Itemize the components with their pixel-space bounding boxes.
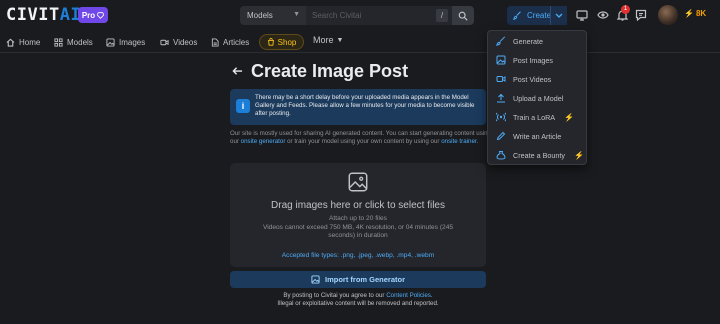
menu-item-generate[interactable]: Generate	[488, 32, 588, 50]
nav-label: Models	[67, 37, 93, 47]
menu-item-create-bounty[interactable]: Create a Bounty ⚡	[488, 146, 588, 164]
search-scope-label: Models	[247, 11, 273, 20]
back-arrow-icon[interactable]	[232, 66, 243, 76]
onsite-trainer-link[interactable]: onsite trainer	[441, 138, 476, 145]
nav-label: Home	[19, 37, 41, 47]
photo-icon	[496, 55, 506, 65]
photo-icon	[348, 172, 368, 192]
pencil-icon	[496, 131, 506, 141]
upload-icon	[497, 93, 505, 103]
nav-item-articles[interactable]: Articles	[211, 35, 249, 49]
search-button[interactable]	[452, 6, 474, 25]
bolt-icon: ⚡	[564, 112, 575, 122]
nav-item-home[interactable]: Home	[6, 35, 40, 49]
home-icon	[6, 38, 15, 47]
avatar[interactable]	[658, 5, 678, 25]
chevron-down-icon	[555, 13, 563, 18]
file-dropzone[interactable]: Drag images here or click to select file…	[230, 163, 486, 267]
pro-label: Pro	[81, 10, 96, 20]
top-bar: CIVITAI Pro Models ▼ Search Civitai / Cr…	[0, 0, 720, 31]
brush-icon	[496, 36, 506, 46]
brush-icon	[513, 11, 521, 20]
menu-item-post-videos[interactable]: Post Videos	[488, 70, 588, 88]
info-text: There may be a short delay before your u…	[255, 94, 475, 117]
menu-item-post-images[interactable]: Post Images	[488, 51, 588, 69]
footer-text: By posting to Civitai you agree to our	[283, 292, 387, 299]
article-icon	[211, 38, 219, 46]
video-icon	[496, 76, 506, 82]
info-icon: i	[236, 99, 250, 113]
menu-item-write-article[interactable]: Write an Article	[488, 127, 588, 145]
chat-icon[interactable]	[634, 8, 648, 22]
nav-item-images[interactable]: Images	[106, 35, 145, 49]
search-scope-select[interactable]: Models ▼	[240, 6, 306, 25]
create-label: Create	[527, 11, 552, 20]
onsite-generator-link[interactable]: onsite generator	[241, 138, 286, 145]
menu-item-label: Write an Article	[513, 131, 562, 141]
grid-icon	[54, 37, 63, 47]
import-button-label: Import from Generator	[324, 275, 405, 284]
import-from-generator-button[interactable]: Import from Generator	[230, 271, 486, 288]
search-bar: Models ▼ Search Civitai /	[240, 6, 474, 25]
search-input[interactable]: Search Civitai /	[306, 6, 452, 25]
nav-more-menu[interactable]: More ▼	[313, 35, 343, 45]
logo-text: CIVITAI	[6, 5, 82, 25]
notice-text: or train your model using your own conte…	[285, 137, 442, 145]
info-alert: i There may be a short delay before your…	[230, 89, 486, 125]
content-policies-link[interactable]: Content Policies	[386, 292, 431, 299]
nav-item-shop[interactable]: Shop	[259, 34, 304, 50]
notification-badge: 1	[621, 5, 630, 14]
video-limit-text: Videos cannot exceed 750 MB, 4K resoluti…	[262, 224, 454, 239]
nav-label: More	[313, 35, 334, 45]
dropzone-title: Drag images here or click to select file…	[271, 200, 445, 211]
footer-text: .	[430, 292, 433, 299]
main-nav: Home Models Images Videos Articles Shop …	[0, 31, 720, 53]
notice-text: .	[476, 137, 479, 145]
nav-label: Images	[119, 37, 146, 47]
create-menu-toggle[interactable]	[550, 6, 567, 25]
page-title-text: Create Image Post	[251, 60, 409, 81]
menu-item-upload-model[interactable]: Upload a Model	[488, 89, 588, 107]
screen-icon[interactable]	[575, 8, 589, 22]
shopping-bag-icon	[267, 38, 274, 46]
page-title: Create Image Post	[232, 60, 408, 82]
search-icon	[458, 11, 468, 21]
search-shortcut-key: /	[436, 9, 448, 22]
nav-item-videos[interactable]: Videos	[160, 35, 197, 49]
photo-icon	[106, 37, 115, 47]
footer-warning: Illegal or exploitative content will be …	[277, 300, 439, 307]
photo-icon	[311, 275, 320, 284]
content-policy-notice: By posting to Civitai you agree to our C…	[230, 292, 486, 308]
nav-item-models[interactable]: Models	[54, 35, 93, 49]
generation-notice: Our site is mostly used for sharing AI g…	[230, 130, 492, 145]
nav-label: Shop	[277, 37, 297, 47]
video-icon	[160, 39, 169, 45]
nav-label: Articles	[223, 37, 250, 47]
eye-settings-icon[interactable]	[596, 8, 610, 22]
bolt-icon: ⚡	[684, 9, 694, 18]
diamond-icon	[97, 11, 105, 19]
nav-label: Videos	[173, 37, 198, 47]
search-placeholder: Search Civitai	[312, 11, 362, 20]
moneybag-icon	[496, 151, 506, 160]
menu-item-train-lora[interactable]: Train a LoRA ⚡	[488, 108, 588, 126]
buzz-amount: 8K	[695, 9, 707, 18]
attach-limit-text: Attach up to 20 files	[329, 215, 387, 222]
create-menu: Generate Post Images Post Videos Upload …	[487, 30, 587, 165]
menu-item-label: Post Videos	[513, 74, 552, 84]
menu-item-label: Upload a Model	[513, 93, 564, 103]
menu-item-label: Train a LoRA	[513, 112, 556, 122]
antenna-icon	[496, 112, 506, 122]
accepted-file-types: Accepted file types: .png, .jpeg, .webp,…	[281, 252, 435, 259]
bolt-icon: ⚡	[573, 150, 584, 160]
civitai-logo[interactable]: CIVITAI	[6, 5, 82, 25]
menu-item-label: Generate	[513, 36, 543, 46]
chevron-down-icon: ▼	[293, 11, 300, 18]
caret-down-icon: ▼	[336, 36, 344, 44]
buzz-balance[interactable]: ⚡ 8K	[684, 9, 706, 18]
menu-item-label: Create a Bounty	[513, 150, 565, 160]
pro-badge[interactable]: Pro	[78, 7, 108, 23]
menu-item-label: Post Images	[513, 55, 553, 65]
